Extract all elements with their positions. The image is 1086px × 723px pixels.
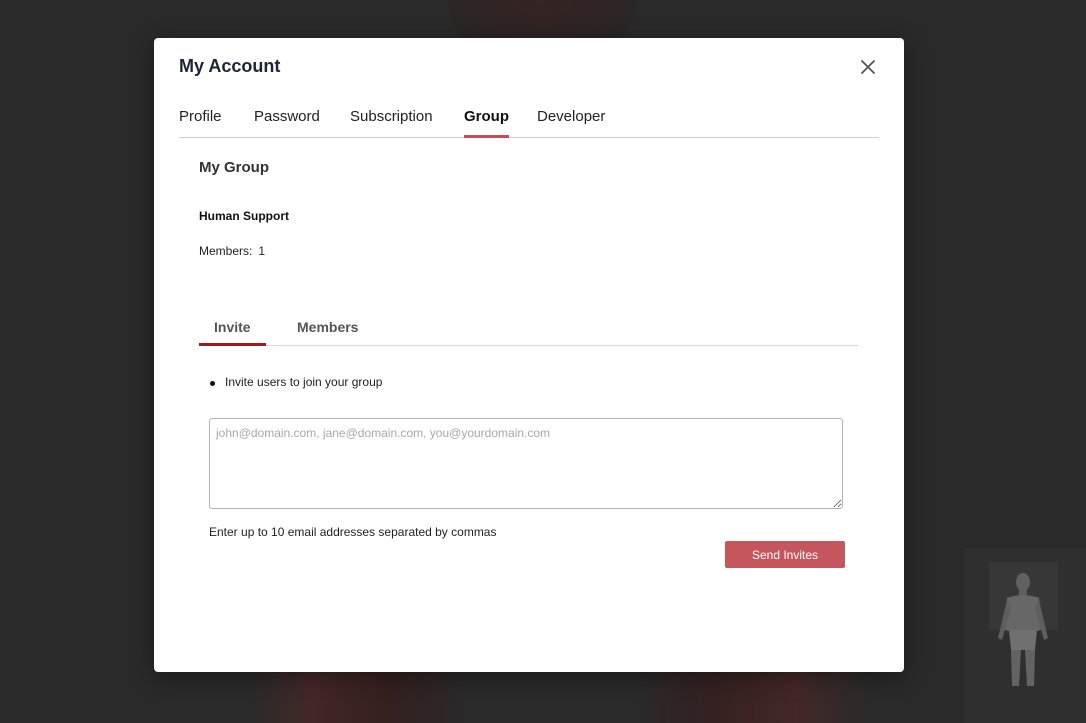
members-count-value: 1 xyxy=(258,244,266,258)
tab-subscription[interactable]: Subscription xyxy=(350,108,433,137)
group-name: Human Support xyxy=(199,209,289,223)
invite-emails-input[interactable] xyxy=(209,418,843,509)
account-tabs: Profile Password Subscription Group Deve… xyxy=(179,98,879,138)
tab-password[interactable]: Password xyxy=(254,108,320,137)
tab-profile[interactable]: Profile xyxy=(179,108,222,137)
send-invites-button[interactable]: Send Invites xyxy=(725,541,845,568)
close-icon xyxy=(861,60,875,74)
modal-title: My Account xyxy=(179,56,281,76)
emails-helper-text: Enter up to 10 email addresses separated… xyxy=(209,525,497,539)
close-button[interactable] xyxy=(856,55,880,79)
list-item: Invite users to join your group xyxy=(209,375,382,389)
tab-developer[interactable]: Developer xyxy=(537,108,605,137)
tab-group[interactable]: Group xyxy=(464,108,509,138)
members-label: Members: xyxy=(199,244,253,258)
subtab-invite[interactable]: Invite xyxy=(199,318,265,346)
section-title: My Group xyxy=(199,159,269,176)
invite-instructions: Invite users to join your group xyxy=(209,375,382,389)
subtab-members[interactable]: Members xyxy=(297,318,358,345)
group-subtabs: Invite Members xyxy=(199,310,858,346)
my-account-modal: My Account Profile Password Subscription… xyxy=(154,38,904,672)
members-count: Members: 1 xyxy=(199,244,265,258)
